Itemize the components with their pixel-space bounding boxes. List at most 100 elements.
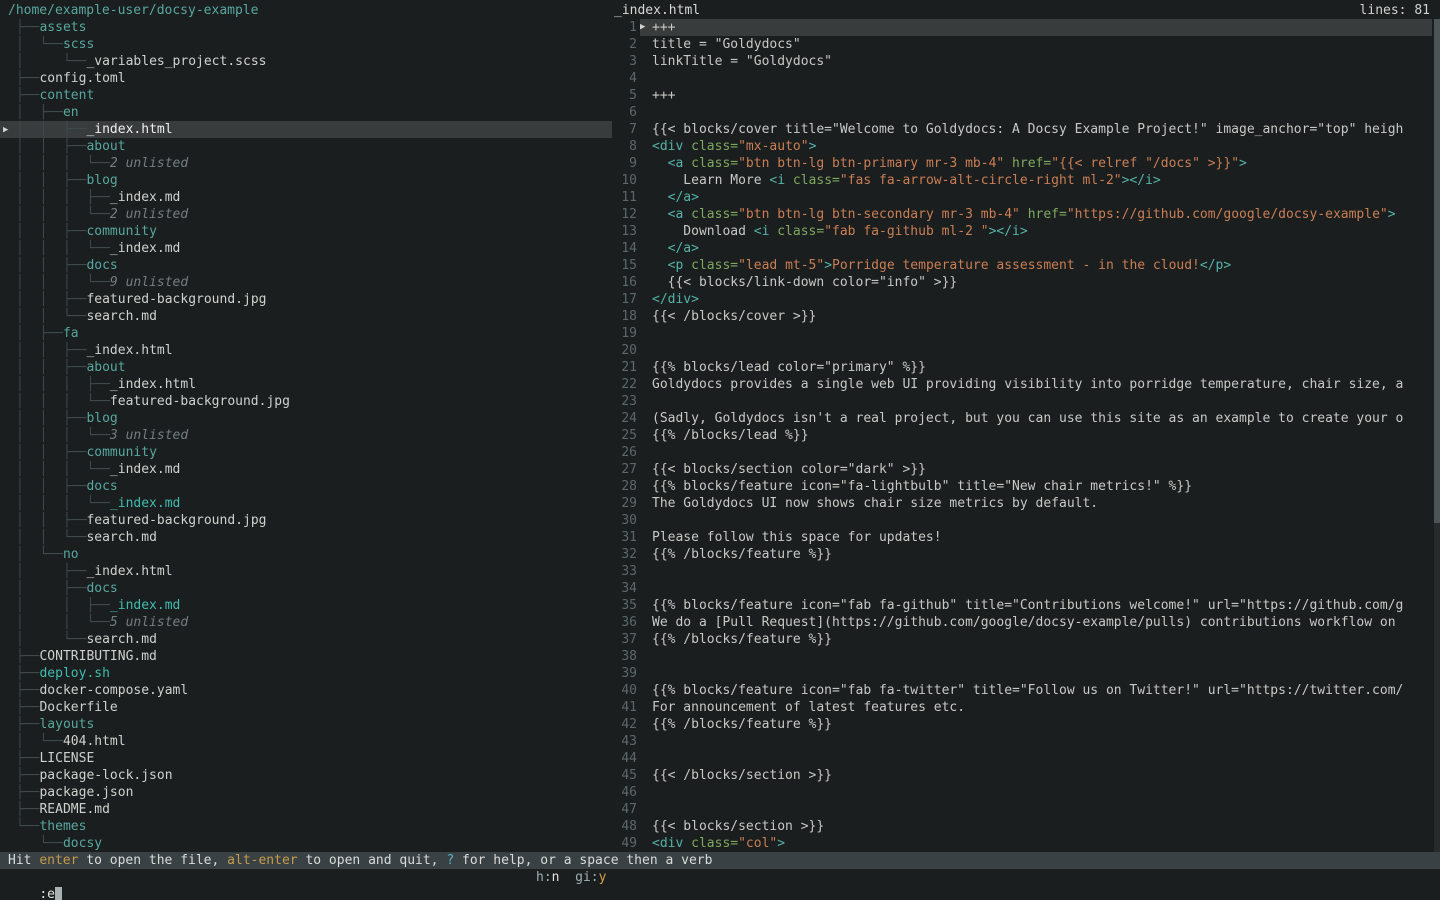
tree-row[interactable]: ├──Dockerfile (0, 699, 612, 716)
tree-row[interactable]: │ │ └──5 unlisted (0, 614, 612, 631)
line-number: 44 (612, 750, 637, 767)
tree-row[interactable]: │ └──search.md (0, 631, 612, 648)
line-number: 35 (612, 597, 637, 614)
root-path[interactable]: /home/example-user/docsy-example (0, 2, 612, 19)
tree-row[interactable]: │ │ │ └──_index.md (0, 240, 612, 257)
flag-label: h: (536, 870, 552, 885)
scrollbar-thumb[interactable] (1434, 19, 1440, 523)
code-line: 33 (612, 563, 1440, 580)
tree-row[interactable]: ├──CONTRIBUTING.md (0, 648, 612, 665)
code-line: 44 (612, 750, 1440, 767)
tree-row[interactable]: │ └──404.html (0, 733, 612, 750)
tree-row[interactable]: ▶│ │ ├──_index.html (0, 121, 612, 138)
tree-row[interactable]: │ │ │ └──_index.md (0, 461, 612, 478)
tree-row[interactable]: │ │ ├──blog (0, 410, 612, 427)
tree-branch-lines: ├── (16, 768, 39, 783)
hint-bar: Hit enter to open the file, alt-enter to… (0, 852, 1440, 869)
tree-row[interactable]: └──themes (0, 818, 612, 835)
code-token: {{% blocks/lead color="primary" %}} (652, 360, 926, 375)
tree-row[interactable]: │ │ │ └──9 unlisted (0, 274, 612, 291)
code-token: <i (769, 173, 785, 188)
code-line: 27{{< blocks/section color="dark" >}} (612, 461, 1440, 478)
code-line-text: linkTitle = "Goldydocs" (640, 53, 1432, 70)
tree-row[interactable]: │ │ │ └──2 unlisted (0, 206, 612, 223)
tree-entry-name: LICENSE (39, 751, 94, 766)
tree-row[interactable]: │ ├──docs (0, 580, 612, 597)
command-input-value: :e (39, 887, 55, 900)
tree-row[interactable]: └──docsy (0, 835, 612, 852)
tree-row[interactable]: │ └──no (0, 546, 612, 563)
tree-entry-name: layouts (39, 717, 94, 732)
code-line: 7{{< blocks/cover title="Welcome to Gold… (612, 121, 1440, 138)
code-token: (Sadly, Goldydocs isn't a real project, … (652, 411, 1403, 426)
tree-entry-name: about (86, 139, 125, 154)
tree-row[interactable]: │ │ ├──docs (0, 257, 612, 274)
tree-entry-name: docs (86, 479, 117, 494)
tree-row[interactable]: │ ├──fa (0, 325, 612, 342)
tree-row[interactable]: ├──package.json (0, 784, 612, 801)
tree-row[interactable]: │ │ ├──about (0, 138, 612, 155)
line-number: 22 (612, 376, 637, 393)
tree-row[interactable]: ├──README.md (0, 801, 612, 818)
line-number: 5 (612, 87, 637, 104)
tree-row[interactable]: ├──docker-compose.yaml (0, 682, 612, 699)
tree-row[interactable]: │ │ ├──_index.html (0, 342, 612, 359)
code-token (652, 156, 668, 171)
tree-row[interactable]: │ │ ├──featured-background.jpg (0, 291, 612, 308)
code-line: 31Please follow this space for updates! (612, 529, 1440, 546)
code-line-text (640, 104, 1432, 121)
tree-row[interactable]: │ └──_variables_project.scss (0, 53, 612, 70)
tree-row[interactable]: │ ├──en (0, 104, 612, 121)
tree-row[interactable]: │ │ ├──featured-background.jpg (0, 512, 612, 529)
code-line: 3linkTitle = "Goldydocs" (612, 53, 1440, 70)
preview-scrollbar[interactable] (1434, 19, 1440, 852)
main-panels: /home/example-user/docsy-example ├──asse… (0, 0, 1440, 852)
tree-row[interactable]: │ │ │ ├──_index.md (0, 189, 612, 206)
line-number: 16 (612, 274, 637, 291)
tree-branch-lines: │ │ │ └── (16, 394, 110, 409)
tree-entry-name: deploy.sh (39, 666, 109, 681)
code-token: {{< blocks/section color="dark" >}} (652, 462, 926, 477)
tree-row[interactable]: ├──layouts (0, 716, 612, 733)
tree-branch-lines: ├── (16, 649, 39, 664)
line-number: 26 (612, 444, 637, 461)
tree-row[interactable]: │ │ ├──about (0, 359, 612, 376)
tree-row[interactable]: │ │ ├──docs (0, 478, 612, 495)
unlisted-count: 2 unlisted (110, 207, 188, 222)
tree-entry-name: blog (86, 173, 117, 188)
tree-row[interactable]: │ │ │ └──2 unlisted (0, 155, 612, 172)
line-number: 15 (612, 257, 637, 274)
tree-row[interactable]: │ │ ├──blog (0, 172, 612, 189)
tree-branch-lines: │ │ ├── (16, 445, 86, 460)
tree-row[interactable]: ├──LICENSE (0, 750, 612, 767)
tree-row[interactable]: │ │ │ └──3 unlisted (0, 427, 612, 444)
tree-row[interactable]: ├──content (0, 87, 612, 104)
code-line-text: <a class="btn btn-lg btn-secondary mr-3 … (640, 206, 1432, 223)
tree-row[interactable]: │ ├──_index.html (0, 563, 612, 580)
tree-row[interactable]: │ │ ├──community (0, 444, 612, 461)
tree-row[interactable]: │ │ │ └──_index.md (0, 495, 612, 512)
line-number: 8 (612, 138, 637, 155)
tree-row[interactable]: │ │ ├──community (0, 223, 612, 240)
hint-key: ? (446, 853, 454, 868)
flag-value: y (599, 870, 607, 885)
tree-row[interactable]: │ │ │ ├──_index.html (0, 376, 612, 393)
tree-branch-lines: ├── (16, 802, 39, 817)
tree-row[interactable]: │ └──scss (0, 36, 612, 53)
tree-row[interactable]: │ │ └──search.md (0, 308, 612, 325)
tree-row[interactable]: │ │ └──search.md (0, 529, 612, 546)
tree-row[interactable]: ├──package-lock.json (0, 767, 612, 784)
code-token: <div (652, 836, 683, 851)
tree-entry-name: _index.html (86, 564, 172, 579)
code-line: 15 <p class="lead mt-5">Porridge tempera… (612, 257, 1440, 274)
tree-entry-name: blog (86, 411, 117, 426)
code-line: 9 <a class="btn btn-lg btn-primary mr-3 … (612, 155, 1440, 172)
tree-row[interactable]: ├──config.toml (0, 70, 612, 87)
tree-row[interactable]: │ │ │ └──featured-background.jpg (0, 393, 612, 410)
command-input[interactable]: :e (39, 887, 62, 900)
tree-row[interactable]: ├──assets (0, 19, 612, 36)
code-token: {{< blocks/cover title="Welcome to Goldy… (652, 122, 1403, 137)
tree-entry-name: docs (86, 581, 117, 596)
tree-row[interactable]: │ │ ├──_index.md (0, 597, 612, 614)
tree-row[interactable]: ├──deploy.sh (0, 665, 612, 682)
